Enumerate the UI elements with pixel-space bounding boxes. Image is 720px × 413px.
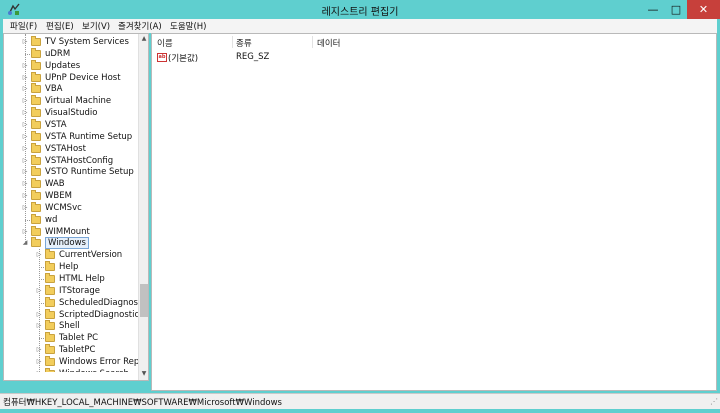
tree-item-label: ITStorage (59, 285, 100, 296)
tree-item[interactable]: ▷ TabletPC (4, 344, 138, 356)
tree-item-label: Virtual Machine (45, 96, 112, 107)
menu-bar: 파일(F) 편집(E) 보기(V) 즐겨찾기(A) 도움말(H) (3, 19, 717, 33)
menu-help[interactable]: 도움말(H) (170, 20, 206, 32)
tree-item-label: WAB (45, 179, 65, 190)
folder-icon (31, 178, 41, 189)
folder-icon (45, 249, 55, 260)
registry-editor-window: 레지스트리 편집기 — □ ✕ 파일(F) 편집(E) 보기(V) 즐겨찾기(A… (0, 0, 720, 413)
registry-tree[interactable]: ▷ TV System Services uDRM ▷ Updates ▷ UPnP Dev… (3, 33, 149, 381)
tree-item-label: Windows Error Report (59, 356, 149, 367)
tree-item-label: HTML Help (59, 274, 105, 284)
tree-vertical-scrollbar[interactable]: ▲ ▼ (138, 34, 148, 380)
tree-item-label: VSTAHost (45, 143, 86, 154)
tree-item-label: Updates (45, 60, 81, 71)
tree-item-label: WIMMount (45, 226, 90, 237)
column-divider[interactable] (312, 36, 313, 48)
tree-item-label: Windows (45, 237, 89, 250)
tree-guide-line (25, 34, 26, 242)
column-header-type[interactable]: 종류 (236, 37, 252, 49)
folder-icon (45, 273, 55, 283)
folder-icon (31, 190, 41, 201)
tree-item[interactable]: Help (4, 261, 138, 273)
folder-icon (31, 107, 41, 118)
folder-icon (31, 142, 41, 153)
tree-item-label: Tablet PC (59, 333, 99, 344)
folder-icon (45, 261, 55, 272)
menu-file[interactable]: 파일(F) (10, 20, 37, 32)
tree-item-label: CurrentVersion (59, 250, 123, 261)
folder-icon (31, 225, 41, 236)
column-header-data[interactable]: 데이터 (317, 37, 340, 49)
folder-icon (31, 83, 41, 94)
tree-item-label: UPnP Device Host (45, 72, 121, 83)
status-path: 컴퓨터₩HKEY_LOCAL_MACHINE₩SOFTWARE₩Microsof… (3, 398, 282, 408)
menu-view[interactable]: 보기(V) (82, 20, 110, 32)
tree-item[interactable]: ▷ Windows Error Report (4, 355, 148, 368)
values-list[interactable]: 이름 종류 데이터 ab (기본값) REG_SZ (151, 33, 717, 391)
folder-icon (31, 59, 41, 70)
resize-grip-icon[interactable]: ⋰ (710, 397, 718, 406)
folder-icon (31, 71, 41, 82)
folder-icon (45, 355, 55, 366)
tree-item[interactable]: ▷ ITStorage (4, 284, 138, 297)
minimize-button[interactable]: — (641, 0, 665, 19)
folder-icon (45, 308, 55, 319)
folder-icon (45, 332, 55, 343)
status-bar: 컴퓨터₩HKEY_LOCAL_MACHINE₩SOFTWARE₩Microsof… (0, 393, 720, 409)
folder-icon (31, 237, 41, 248)
folder-icon (31, 213, 41, 224)
folder-icon (31, 166, 41, 177)
menu-edit[interactable]: 편집(E) (46, 20, 74, 32)
folder-icon (31, 36, 41, 46)
tree-item-label: VSTA Runtime Setup (45, 131, 133, 142)
tree-item-label: ScriptedDiagnosticsPr (59, 309, 149, 320)
tree-scroll-corner (4, 372, 138, 380)
tree-item[interactable]: ▷ Shell (4, 320, 138, 332)
value-name: (기본값) (168, 54, 199, 64)
tree-item[interactable]: ▷ ScriptedDiagnosticsPr (4, 308, 148, 321)
column-header-name[interactable]: 이름 (157, 37, 173, 49)
menu-favorites[interactable]: 즐겨찾기(A) (118, 20, 162, 32)
folder-icon (45, 284, 55, 295)
tree-item-label: VSTO Runtime Setup (45, 167, 134, 178)
folder-icon (31, 95, 41, 106)
scroll-up-icon[interactable]: ▲ (139, 34, 148, 44)
folder-icon (45, 344, 55, 355)
value-row[interactable]: ab (기본값) REG_SZ (154, 51, 714, 64)
tree-item-label: Help (59, 262, 79, 273)
value-type: REG_SZ (236, 52, 270, 62)
title-bar[interactable]: 레지스트리 편집기 — □ ✕ (0, 0, 720, 19)
tree-item-label: VisualStudio (45, 108, 98, 119)
folder-icon (31, 154, 41, 165)
folder-icon (31, 118, 41, 129)
tree-item-label: wd (45, 214, 58, 225)
tree-item-label: VBA (45, 84, 63, 95)
folder-icon (31, 47, 41, 58)
tree-item[interactable]: HTML Help (4, 273, 138, 285)
close-button[interactable]: ✕ (687, 0, 720, 19)
column-divider[interactable] (232, 36, 233, 48)
string-value-icon: ab (157, 53, 167, 62)
tree-item[interactable]: Tablet PC (4, 332, 138, 344)
tree-item-label: TabletPC (59, 345, 96, 356)
scroll-down-icon[interactable]: ▼ (139, 369, 148, 379)
tree-item-label: WCMSvc (45, 202, 82, 213)
tree-item-label: TV System Services (45, 37, 129, 47)
scroll-thumb[interactable] (140, 284, 148, 317)
window-title: 레지스트리 편집기 (321, 7, 399, 18)
tree-item-label: VSTA (45, 119, 67, 130)
tree-item-label: ScheduledDiagnostics (59, 297, 149, 308)
tree-item-label: WBEM (45, 191, 72, 202)
maximize-button[interactable]: □ (665, 0, 687, 19)
folder-icon (31, 201, 41, 212)
tree-item-label: uDRM (45, 48, 71, 59)
folder-icon (45, 296, 55, 307)
tree-item[interactable]: ▷ CurrentVersion (4, 249, 138, 261)
tree-item-label: Shell (59, 321, 80, 332)
folder-icon (31, 130, 41, 141)
tree-item[interactable]: ScheduledDiagnostics (4, 296, 148, 309)
tree-item-label: VSTAHostConfig (45, 155, 114, 166)
tree-guide-line (39, 249, 40, 380)
folder-icon (45, 320, 55, 331)
